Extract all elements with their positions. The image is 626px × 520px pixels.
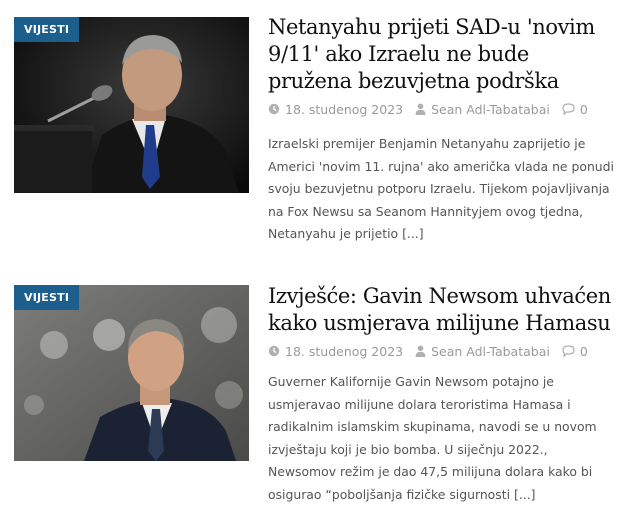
read-more-link[interactable]: [...]	[514, 487, 535, 502]
read-more-link[interactable]: [...]	[402, 226, 423, 241]
comment-icon	[562, 103, 575, 115]
category-badge[interactable]: VIJESTI	[14, 285, 80, 310]
meta-author: Sean Adl-Tabatabai	[415, 102, 550, 117]
comment-icon	[562, 345, 575, 357]
meta-date: 18. studenog 2023	[268, 102, 403, 117]
article-excerpt: Guverner Kalifornije Gavin Newsom potajn…	[268, 371, 618, 506]
meta-date: 18. studenog 2023	[268, 344, 403, 359]
article-thumbnail[interactable]	[14, 285, 249, 461]
category-badge[interactable]: VIJESTI	[14, 17, 80, 42]
excerpt-text: Izraelski premijer Benjamin Netanyahu za…	[268, 136, 614, 241]
meta-comments: 0	[562, 102, 588, 117]
user-icon	[415, 345, 426, 357]
clock-icon	[268, 103, 280, 115]
meta-author-text[interactable]: Sean Adl-Tabatabai	[431, 344, 550, 359]
meta-date-text[interactable]: 18. studenog 2023	[285, 102, 403, 117]
article-title[interactable]: Izvješće: Gavin Newsom uhvaćen kako usmj…	[268, 283, 618, 337]
meta-date-text[interactable]: 18. studenog 2023	[285, 344, 403, 359]
user-icon	[415, 103, 426, 115]
article-meta: 18. studenog 2023 Sean Adl-Tabatabai 0	[268, 101, 600, 117]
meta-comments-count[interactable]: 0	[580, 344, 588, 359]
clock-icon	[268, 345, 280, 357]
excerpt-text: Guverner Kalifornije Gavin Newsom potajn…	[268, 374, 597, 502]
article-meta: 18. studenog 2023 Sean Adl-Tabatabai 0	[268, 343, 600, 359]
meta-author-text[interactable]: Sean Adl-Tabatabai	[431, 102, 550, 117]
meta-author: Sean Adl-Tabatabai	[415, 344, 550, 359]
meta-comments: 0	[562, 344, 588, 359]
article-thumbnail[interactable]	[14, 17, 249, 193]
meta-comments-count[interactable]: 0	[580, 102, 588, 117]
article-excerpt: Izraelski premijer Benjamin Netanyahu za…	[268, 133, 618, 246]
article-title[interactable]: Netanyahu prijeti SAD-u 'novim 9/11' ako…	[268, 14, 618, 95]
